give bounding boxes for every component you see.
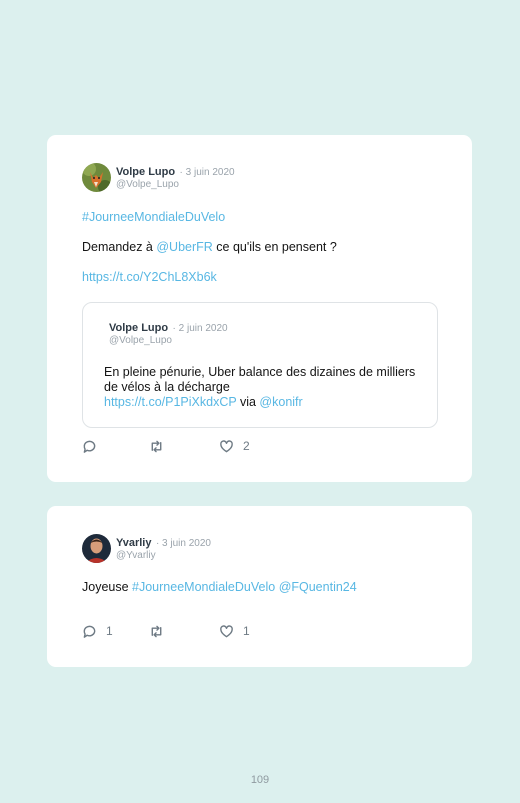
tweet-text: Demandez à @UberFR ce qu'ils en pensent … (82, 240, 337, 254)
like-count: 1 (243, 624, 250, 638)
hashtag-link[interactable]: #JourneeMondialeDuVelo (82, 210, 225, 224)
tweet-text: Joyeuse #JourneeMondialeDuVelo @FQuentin… (82, 580, 357, 594)
quoted-author-name[interactable]: Volpe Lupo (109, 322, 168, 334)
like-count: 2 (243, 439, 250, 453)
quoted-tweet[interactable]: Volpe Lupo · 2 juin 2020 @Volpe_Lupo En … (82, 302, 438, 428)
tweet-header: Volpe Lupo · 3 juin 2020 @Volpe_Lupo (116, 165, 235, 191)
reply-count: 1 (106, 624, 113, 638)
avatar[interactable] (82, 534, 111, 563)
via-mention-link[interactable]: @konifr (259, 395, 302, 409)
tweet-url-line: https://t.co/Y2ChL8Xb6k (82, 270, 217, 284)
via-text: via (236, 395, 260, 409)
mention-link[interactable]: @UberFR (156, 240, 212, 254)
quoted-tweet-header: Volpe Lupo · 2 juin 2020 @Volpe_Lupo (109, 321, 228, 347)
quoted-tweet-text: En pleine pénurie, Uber balance des diza… (104, 365, 424, 410)
avatar[interactable] (82, 163, 111, 192)
tweet-text-part: Demandez à (82, 240, 157, 254)
author-handle[interactable]: @Volpe_Lupo (116, 179, 235, 191)
retweet-icon (151, 440, 162, 452)
author-name[interactable]: Yvarliy (116, 537, 151, 549)
tweet-date[interactable]: 3 juin 2020 (162, 538, 211, 549)
like-button[interactable]: 2 (219, 438, 250, 454)
tweet-actions: 1 1 (82, 623, 422, 639)
reply-button[interactable]: 1 (82, 623, 113, 639)
reply-icon (83, 625, 96, 638)
tweet-url-link[interactable]: https://t.co/Y2ChL8Xb6k (82, 270, 217, 284)
author-name[interactable]: Volpe Lupo (116, 166, 175, 178)
quoted-author-handle[interactable]: @Volpe_Lupo (109, 335, 228, 347)
retweet-button[interactable] (149, 438, 173, 454)
tweet-card: Yvarliy · 3 juin 2020 @Yvarliy Joyeuse #… (47, 506, 472, 667)
tweet-text-part: Joyeuse (82, 580, 133, 594)
retweet-button[interactable] (149, 623, 173, 639)
hashtag-link[interactable]: #JourneeMondialeDuVelo (132, 580, 275, 594)
reply-button[interactable] (82, 438, 106, 454)
quoted-tweet-date[interactable]: 2 juin 2020 (179, 323, 228, 334)
quoted-url-link[interactable]: https://t.co/P1PiXkdxCP (104, 395, 236, 409)
tweet-text-part: ce qu'ils en pensent ? (212, 240, 337, 254)
heart-icon (220, 439, 233, 452)
quoted-text: En pleine pénurie, Uber balance des diza… (104, 365, 416, 394)
tweet-actions: 2 (82, 438, 422, 454)
tweet-header: Yvarliy · 3 juin 2020 @Yvarliy (116, 536, 211, 562)
mention-link[interactable]: @FQuentin24 (279, 580, 357, 594)
tweet-date[interactable]: 3 juin 2020 (186, 167, 235, 178)
heart-icon (220, 624, 233, 637)
like-button[interactable]: 1 (219, 623, 250, 639)
tweet-card: Volpe Lupo · 3 juin 2020 @Volpe_Lupo #Jo… (47, 135, 472, 482)
retweet-icon (151, 625, 162, 637)
reply-icon (83, 440, 96, 453)
page-number: 109 (250, 774, 270, 786)
author-handle[interactable]: @Yvarliy (116, 550, 211, 562)
tweet-hashtag-line: #JourneeMondialeDuVelo (82, 210, 225, 224)
